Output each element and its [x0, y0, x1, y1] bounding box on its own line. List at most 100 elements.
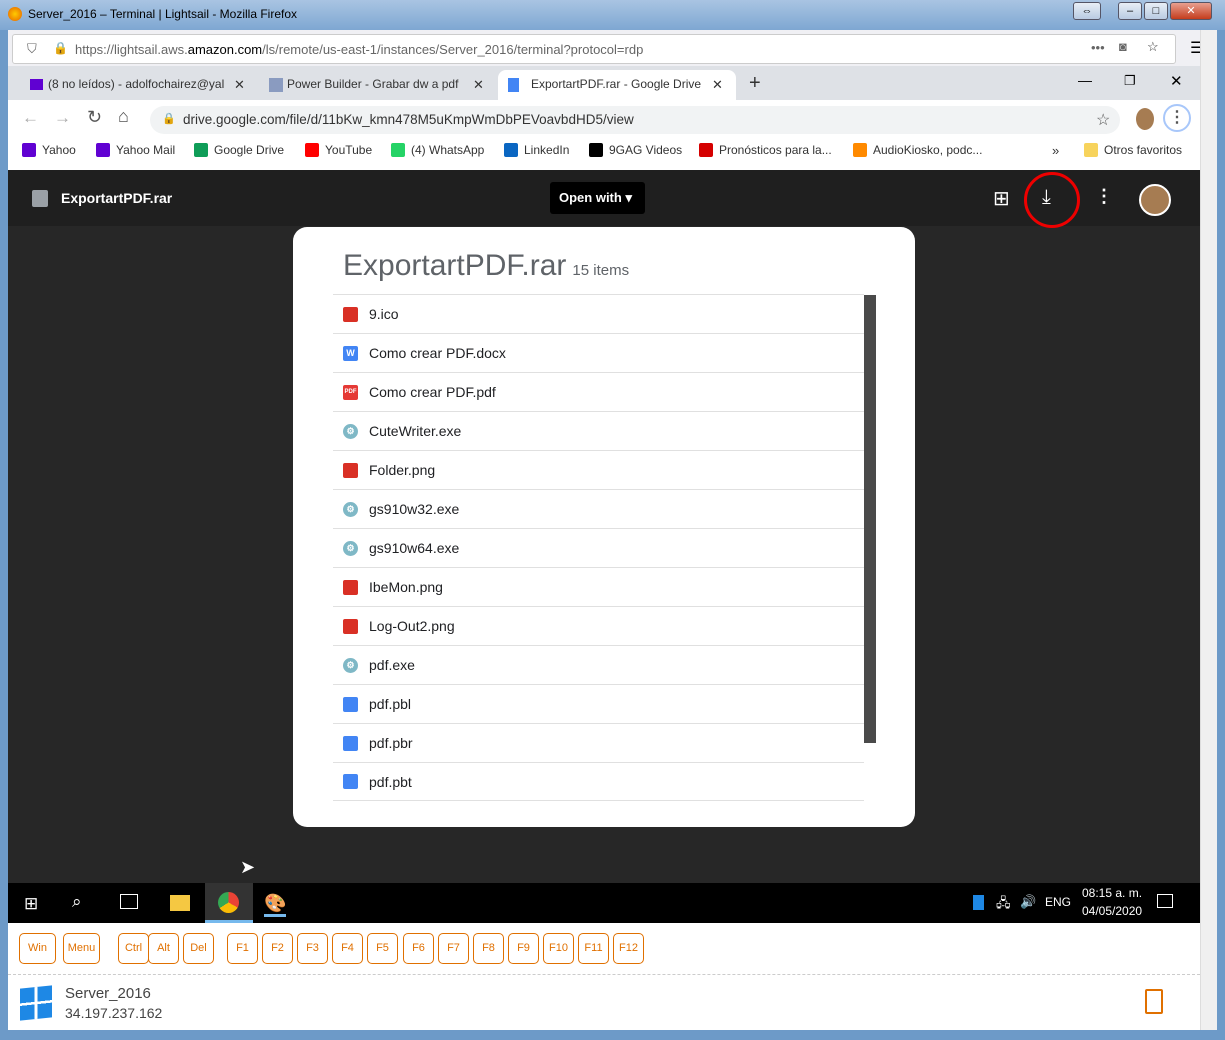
clock-date[interactable]: 04/05/2020 — [1082, 904, 1142, 918]
forward-icon[interactable]: → — [54, 108, 71, 128]
folder-icon — [1084, 143, 1098, 157]
download-icon[interactable]: ⤓ — [1042, 186, 1051, 209]
reload-icon[interactable]: ↻ — [87, 107, 102, 128]
chrome-address-bar[interactable]: 🔒 drive.google.com/file/d/11bKw_kmn478M5u… — [150, 106, 1120, 134]
drive-header: ExportartPDF.rar Open with ▾ ⊞ ⤓ ⋮ — [8, 170, 1200, 228]
file-row[interactable]: IbeMon.png — [333, 567, 864, 606]
file-row[interactable]: ⚙ gs910w32.exe — [333, 489, 864, 528]
chrome-restore-icon[interactable]: ❐ — [1124, 73, 1136, 89]
file-row[interactable]: PDF Como crear PDF.pdf — [333, 372, 864, 411]
file-explorer-icon[interactable] — [170, 895, 190, 911]
windows-logo-icon — [20, 985, 52, 1021]
bookmark-item[interactable]: Yahoo — [22, 143, 76, 157]
chrome-menu-icon[interactable]: ⋮ — [1163, 104, 1191, 132]
bookmark-item[interactable]: (4) WhatsApp — [391, 143, 484, 157]
teamviewer-icon[interactable] — [973, 895, 984, 910]
key-f2-button[interactable]: F2 — [262, 933, 293, 964]
key-f7-button[interactable]: F7 — [438, 933, 469, 964]
key-del-button[interactable]: Del — [183, 933, 214, 964]
bookmark-star-icon[interactable]: ☆ — [1096, 110, 1110, 130]
bookmark-item[interactable]: Google Drive — [194, 143, 284, 157]
key-f3-button[interactable]: F3 — [297, 933, 328, 964]
file-name: Folder.png — [369, 462, 436, 478]
more-icon[interactable]: ••• — [1091, 40, 1105, 55]
chrome-close-icon[interactable]: ✕ — [1170, 72, 1183, 90]
key-f4-button[interactable]: F4 — [332, 933, 363, 964]
list-scrollbar[interactable] — [864, 295, 876, 743]
url-prefix: https://lightsail.aws. — [75, 42, 188, 57]
key-f11-button[interactable]: F11 — [578, 933, 609, 964]
bookmark-item[interactable]: LinkedIn — [504, 143, 569, 157]
search-icon[interactable]: ⌕ — [72, 892, 82, 912]
open-with-button[interactable]: Open with ▾ — [550, 182, 645, 214]
file-row[interactable]: Folder.png — [333, 450, 864, 489]
key-ctrl-button[interactable]: Ctrl — [118, 933, 149, 964]
other-bookmarks[interactable]: Otros favoritos — [1084, 143, 1182, 157]
file-row[interactable]: Log-Out2.png — [333, 606, 864, 645]
key-f8-button[interactable]: F8 — [473, 933, 504, 964]
key-menu-button[interactable]: Menu — [63, 933, 100, 964]
close-tab-icon[interactable]: ✕ — [712, 77, 723, 93]
bookmark-label: (4) WhatsApp — [411, 143, 485, 157]
file-row[interactable]: ⚙ gs910w64.exe — [333, 528, 864, 567]
bookmark-item[interactable]: 9GAG Videos — [589, 143, 682, 157]
file-row[interactable]: W Como crear PDF.docx — [333, 333, 864, 372]
file-row[interactable]: ⚙ pdf.exe — [333, 645, 864, 684]
paint-icon[interactable]: 🎨 — [264, 893, 287, 917]
clipboard-icon[interactable] — [1145, 989, 1163, 1014]
firefox-url-bar[interactable]: ⛉ 🔒 https://lightsail.aws.amazon.com/ls/… — [12, 34, 1176, 64]
restore-arrows-button[interactable]: ⇔ — [1073, 2, 1101, 20]
profile-avatar[interactable] — [1136, 108, 1154, 130]
file-row[interactable]: 9.ico — [333, 294, 864, 333]
tab-google-drive[interactable]: ExportartPDF.rar - Google Drive ✕ — [498, 70, 736, 100]
task-view-icon[interactable] — [120, 894, 138, 909]
minimize-button[interactable]: – — [1118, 2, 1142, 20]
file-row[interactable]: pdf.pbt — [333, 762, 864, 801]
key-alt-button[interactable]: Alt — [148, 933, 179, 964]
home-icon[interactable]: ⌂ — [118, 106, 129, 127]
file-row[interactable]: ⚙ CuteWriter.exe — [333, 411, 864, 450]
close-tab-icon[interactable]: ✕ — [473, 77, 484, 93]
file-row[interactable]: pdf.pbr — [333, 723, 864, 762]
pocket-icon[interactable]: ◙ — [1119, 39, 1127, 54]
maximize-button[interactable]: □ — [1144, 2, 1168, 20]
volume-icon[interactable]: 🔊 — [1020, 894, 1036, 910]
key-f10-button[interactable]: F10 — [543, 933, 574, 964]
bookmark-star-icon[interactable]: ☆ — [1147, 39, 1159, 55]
bookmark-label: Google Drive — [214, 143, 285, 157]
close-tab-icon[interactable]: ✕ — [234, 77, 245, 93]
url-path: /ls/remote/us-east-1/instances/Server_20… — [262, 42, 644, 57]
bookmark-item[interactable]: Yahoo Mail — [96, 143, 175, 157]
chrome-taskbar-button[interactable] — [205, 883, 253, 923]
back-icon[interactable]: ← — [22, 108, 39, 128]
add-comment-icon[interactable]: ⊞ — [993, 186, 1010, 211]
key-f9-button[interactable]: F9 — [508, 933, 539, 964]
network-icon[interactable]: 🖧 — [996, 894, 1011, 916]
bookmark-icon — [96, 143, 110, 157]
key-f12-button[interactable]: F12 — [613, 933, 644, 964]
key-f5-button[interactable]: F5 — [367, 933, 398, 964]
key-f1-button[interactable]: F1 — [227, 933, 258, 964]
key-f6-button[interactable]: F6 — [403, 933, 434, 964]
language-indicator[interactable]: ENG — [1045, 895, 1071, 909]
bookmark-item[interactable]: YouTube — [305, 143, 372, 157]
chrome-minimize-icon[interactable]: — — [1078, 72, 1092, 88]
new-tab-icon[interactable]: + — [749, 72, 761, 95]
account-avatar[interactable] — [1139, 184, 1171, 216]
clock-time[interactable]: 08:15 a. m. — [1082, 886, 1142, 900]
more-actions-icon[interactable]: ⋮ — [1095, 186, 1113, 207]
windows-start-icon[interactable]: ⊞ — [24, 894, 38, 914]
bookmark-item[interactable]: Pronósticos para la... — [699, 143, 832, 157]
notifications-icon[interactable] — [1157, 894, 1173, 908]
tab-yahoo-mail[interactable]: (8 no leídos) - adolfochairez@yal ✕ — [24, 70, 256, 100]
close-button[interactable]: ✕ — [1170, 2, 1212, 20]
key-win-button[interactable]: Win — [19, 933, 56, 964]
bookmark-icon — [504, 143, 518, 157]
word-file-icon: W — [343, 345, 358, 361]
page-scrollbar[interactable] — [1200, 30, 1217, 1030]
tab-power-builder[interactable]: Power Builder - Grabar dw a pdf ✕ — [263, 70, 495, 100]
bookmarks-overflow[interactable]: » — [1052, 143, 1059, 158]
file-row[interactable]: pdf.pbl — [333, 684, 864, 723]
tab-label: ExportartPDF.rar - Google Drive — [531, 77, 702, 91]
bookmark-item[interactable]: AudioKiosko, podc... — [853, 143, 982, 157]
